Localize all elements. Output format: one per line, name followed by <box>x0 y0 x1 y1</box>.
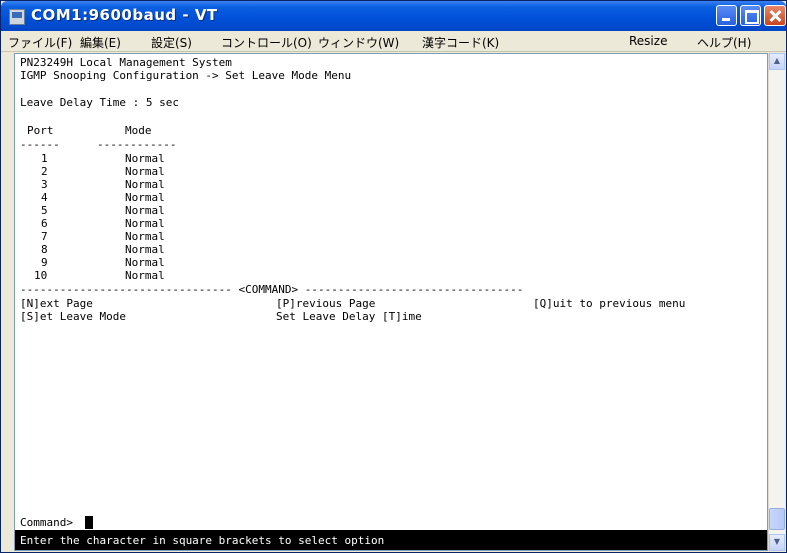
port-mode: Normal <box>125 152 165 165</box>
column-separator-port: ------ <box>20 138 60 151</box>
port-number: 6 <box>41 217 48 230</box>
port-number: 1 <box>41 152 48 165</box>
command-set-leave-mode[interactable]: [S]et Leave Mode <box>20 310 126 323</box>
port-number: 7 <box>41 230 48 243</box>
menu-edit[interactable]: 編集(E) <box>80 34 121 51</box>
port-number: 8 <box>41 243 48 256</box>
port-mode: Normal <box>125 191 165 204</box>
command-next-page[interactable]: [N]ext Page <box>20 297 93 310</box>
command-prompt: Command> <box>20 516 73 529</box>
port-number: 4 <box>41 191 48 204</box>
window-title: COM1:9600baud - VT <box>31 6 218 24</box>
minimize-button[interactable] <box>716 5 737 26</box>
menu-path: IGMP Snooping Configuration -> Set Leave… <box>20 69 352 82</box>
column-header-mode: Mode <box>125 124 152 137</box>
maximize-button[interactable] <box>740 5 761 26</box>
port-mode: Normal <box>125 165 165 178</box>
command-set-leave-delay[interactable]: Set Leave Delay [T]ime <box>276 310 422 323</box>
close-button[interactable] <box>764 5 786 26</box>
terminal-window: COM1:9600baud - VT ファイル(F) 編集(E) 設定(S) コ… <box>0 0 787 553</box>
port-mode: Normal <box>125 217 165 230</box>
menu-resize[interactable]: Resize <box>629 34 667 48</box>
port-number: 3 <box>41 178 48 191</box>
port-number: 10 <box>34 269 48 282</box>
port-number: 9 <box>41 256 48 269</box>
scroll-down-arrow-icon[interactable]: ▼ <box>769 534 785 551</box>
menu-window[interactable]: ウィンドウ(W) <box>318 34 399 51</box>
port-mode: Normal <box>125 230 165 243</box>
scroll-up-arrow-icon[interactable]: ▲ <box>769 53 785 70</box>
scroll-thumb[interactable] <box>769 508 785 530</box>
column-separator-mode: ------------ <box>97 138 177 151</box>
title-bar[interactable]: COM1:9600baud - VT <box>1 1 786 31</box>
status-line: Enter the character in square brackets t… <box>15 530 767 550</box>
menu-help[interactable]: ヘルプ(H) <box>697 34 751 51</box>
column-header-port: Port <box>27 124 54 137</box>
menu-bar: ファイル(F) 編集(E) 設定(S) コントロール(O) ウィンドウ(W) 漢… <box>1 31 786 52</box>
leave-delay-time: Leave Delay Time : 5 sec <box>20 96 179 109</box>
command-previous-page[interactable]: [P]revious Page <box>276 297 375 310</box>
vertical-scrollbar[interactable]: ▲ ▼ <box>768 53 785 551</box>
status-message: Enter the character in square brackets t… <box>20 534 385 547</box>
port-mode: Normal <box>125 204 165 217</box>
terminal-screen[interactable]: PN23249H Local Management System IGMP Sn… <box>14 53 768 551</box>
command-separator: -------------------------------- <COMMAN… <box>20 283 524 296</box>
menu-settings[interactable]: 設定(S) <box>151 34 192 51</box>
text-cursor[interactable] <box>85 516 93 529</box>
menu-control[interactable]: コントロール(O) <box>221 34 312 51</box>
port-number: 2 <box>41 165 48 178</box>
system-title: PN23249H Local Management System <box>20 56 232 69</box>
port-mode: Normal <box>125 243 165 256</box>
command-quit[interactable]: [Q]uit to previous menu <box>533 297 685 310</box>
terminal-app-icon[interactable] <box>9 9 25 25</box>
port-mode: Normal <box>125 256 165 269</box>
menu-file[interactable]: ファイル(F) <box>8 34 72 51</box>
menu-kanji-code[interactable]: 漢字コード(K) <box>422 34 499 51</box>
port-number: 5 <box>41 204 48 217</box>
port-mode: Normal <box>125 269 165 282</box>
port-mode: Normal <box>125 178 165 191</box>
